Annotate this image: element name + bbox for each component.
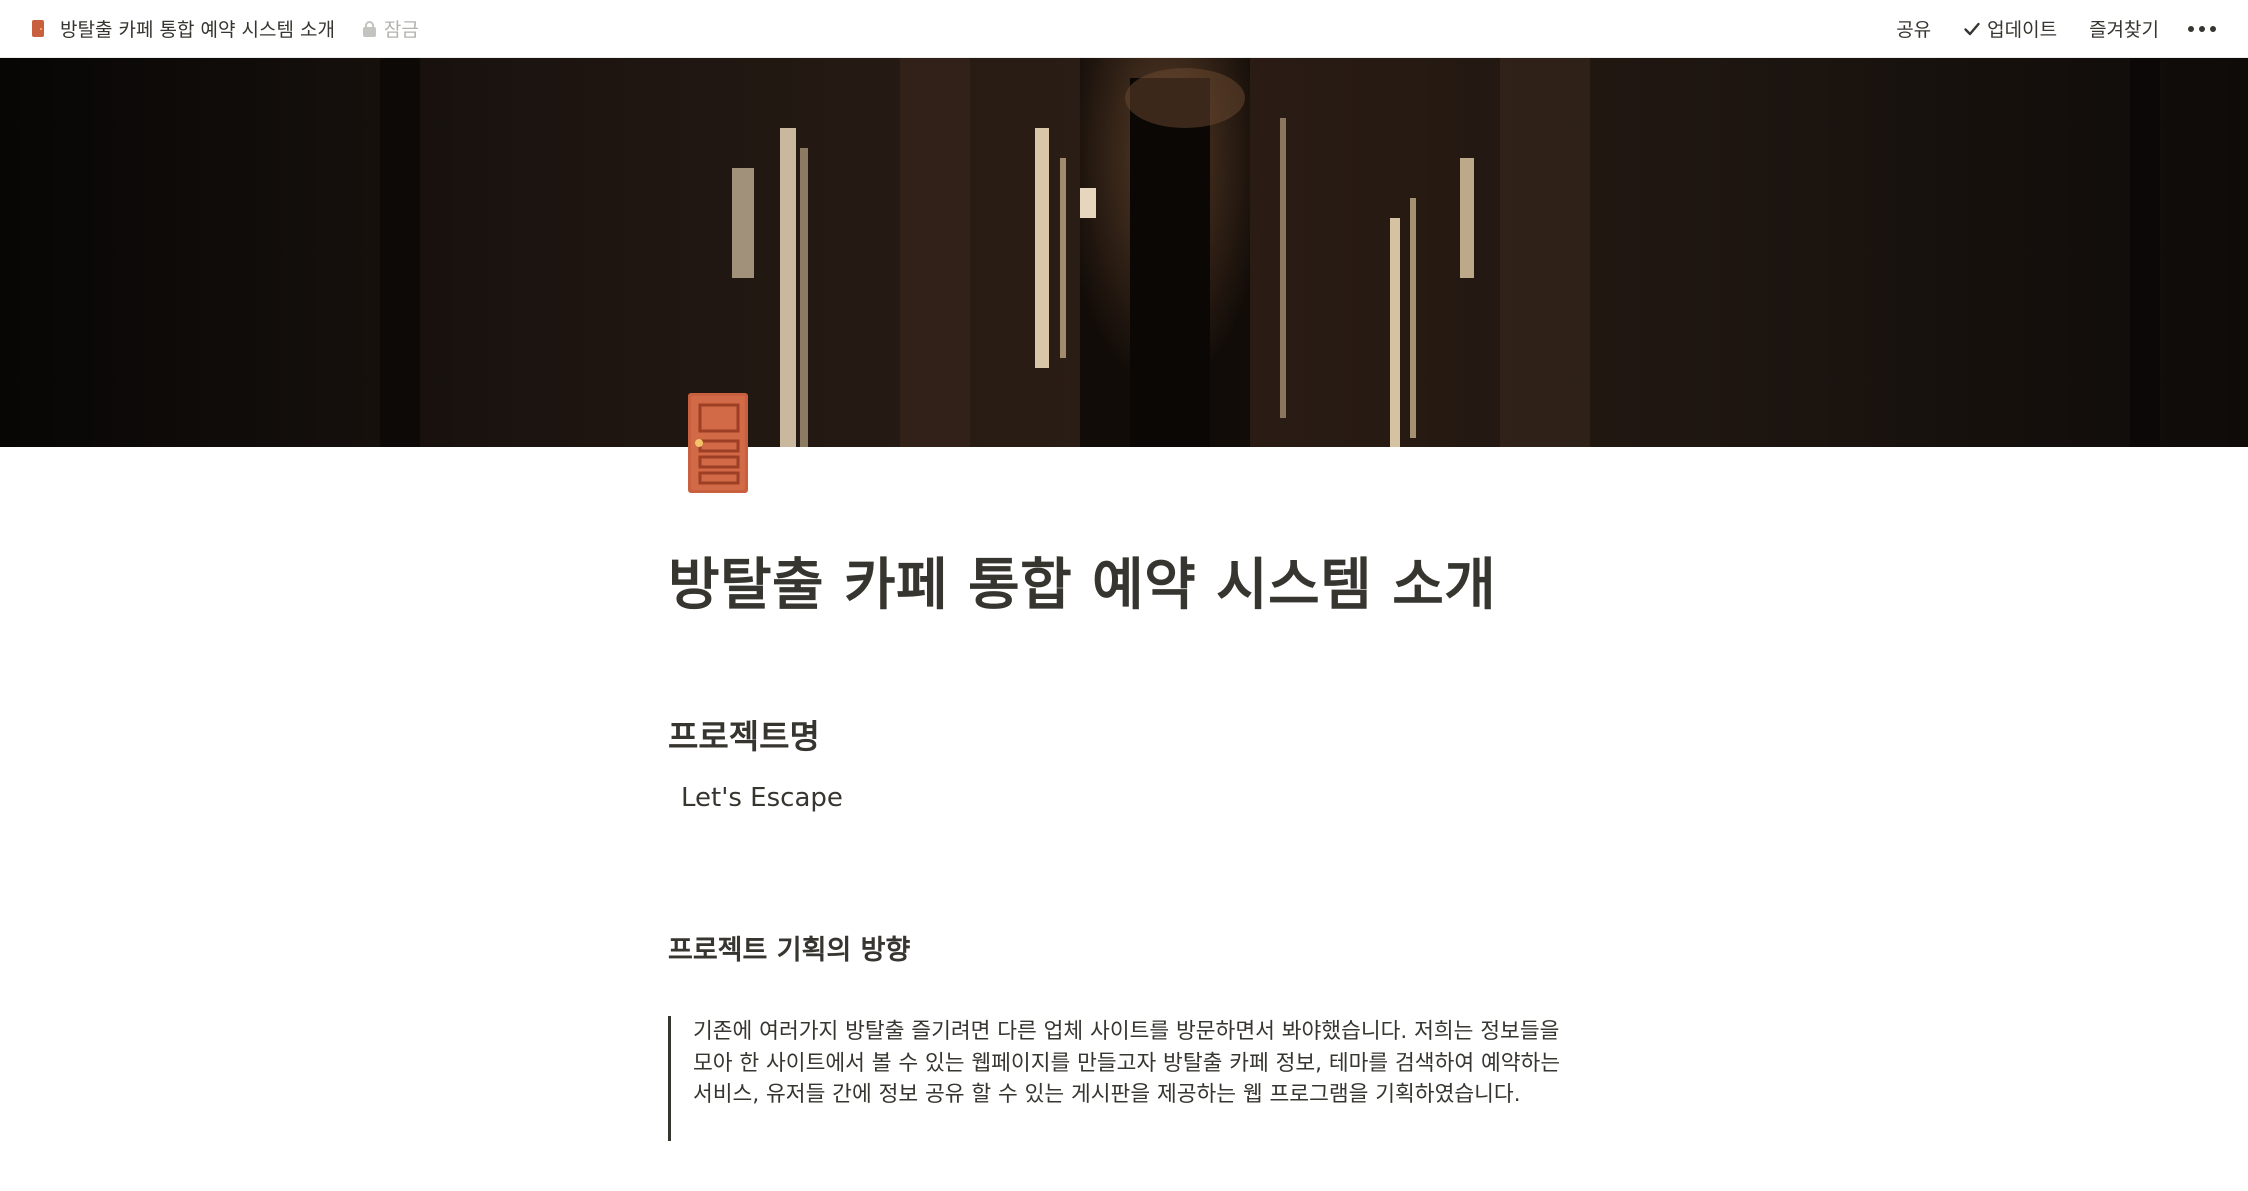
page-title[interactable]: 방탈출 카페 통합 예약 시스템 소개: [668, 540, 1496, 621]
breadcrumb-page[interactable]: 방탈출 카페 통합 예약 시스템 소개: [26, 10, 341, 48]
lock-label: 잠금: [383, 19, 419, 41]
direction-heading[interactable]: 프로젝트 기획의 방향: [668, 928, 910, 967]
direction-quote[interactable]: 기존에 여러가지 방탈출 즐기려면 다른 업체 사이트를 방문하면서 봐야했습니…: [668, 1016, 1568, 1141]
lock-icon: [362, 20, 376, 37]
direction-quote-text: 기존에 여러가지 방탈출 즐기려면 다른 업체 사이트를 방문하면서 봐야했습니…: [693, 1019, 1561, 1107]
breadcrumb-title: 방탈출 카페 통합 예약 시스템 소개: [60, 19, 335, 41]
top-bar: 방탈출 카페 통합 예약 시스템 소개 잠금 공유 업데이트 즐겨찾기: [0, 0, 2248, 58]
door-icon: [32, 20, 44, 37]
updates-label: 업데이트: [1987, 19, 2058, 41]
lock-toggle[interactable]: 잠금: [362, 15, 419, 42]
cover-image: [0, 58, 2248, 447]
top-actions: 공유 업데이트 즐겨찾기: [1887, 9, 2222, 48]
project-name-heading[interactable]: 프로젝트명: [668, 710, 820, 758]
share-button[interactable]: 공유: [1887, 9, 1940, 48]
door-icon[interactable]: [688, 393, 748, 493]
updates-button[interactable]: 업데이트: [1954, 9, 2066, 48]
more-options-icon[interactable]: [2182, 16, 2222, 42]
favorite-button[interactable]: 즐겨찾기: [2080, 9, 2168, 48]
check-icon: [1964, 22, 1980, 35]
project-name-value[interactable]: Let's Escape: [681, 783, 843, 813]
